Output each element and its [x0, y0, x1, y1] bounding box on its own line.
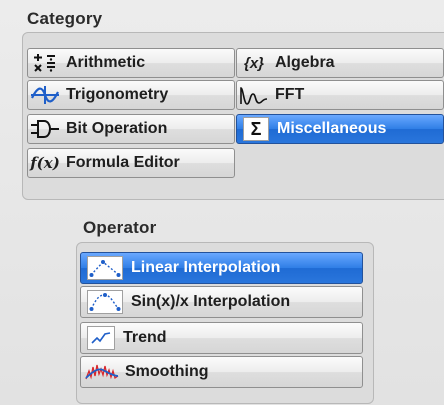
category-fft-button[interactable]: FFT [236, 80, 444, 110]
sinx-interpolation-icon [87, 290, 123, 314]
miscellaneous-label: Miscellaneous [277, 120, 387, 137]
smoothing-label: Smoothing [125, 363, 209, 380]
smoothing-icon [85, 361, 119, 383]
operator-linear-interpolation-button[interactable]: Linear Interpolation [80, 252, 363, 284]
operator-smoothing-button[interactable]: Smoothing [80, 356, 363, 388]
formula-editor-label: Formula Editor [66, 154, 180, 171]
category-trigonometry-button[interactable]: Trigonometry [27, 80, 235, 110]
category-algebra-button[interactable]: {x} Algebra [236, 48, 444, 78]
operator-trend-button[interactable]: Trend [80, 322, 363, 354]
linear-interpolation-icon [87, 256, 123, 280]
trigonometry-label: Trigonometry [66, 86, 169, 103]
sine-wave-icon [30, 84, 60, 106]
fft-label: FFT [275, 86, 305, 103]
operator-sinx-interpolation-button[interactable]: Sin(x)/x Interpolation [80, 286, 363, 318]
category-miscellaneous-button[interactable]: Σ Miscellaneous [236, 114, 444, 144]
trend-label: Trend [123, 329, 167, 346]
arithmetic-icon [30, 52, 60, 74]
category-title: Category [27, 9, 103, 28]
formula-icon: f(x) [30, 154, 60, 172]
linear-interpolation-label: Linear Interpolation [131, 259, 281, 276]
operator-title: Operator [83, 218, 157, 237]
arithmetic-label: Arithmetic [66, 54, 146, 71]
sigma-icon: Σ [243, 117, 269, 141]
bit-operation-label: Bit Operation [66, 120, 168, 137]
trend-icon [87, 326, 115, 350]
sinx-interpolation-label: Sin(x)/x Interpolation [131, 293, 291, 310]
algebra-icon: {x} [243, 54, 265, 72]
fft-icon [239, 84, 269, 106]
category-arithmetic-button[interactable]: Arithmetic [27, 48, 235, 78]
logic-gate-icon [30, 118, 60, 140]
algebra-label: Algebra [275, 54, 335, 71]
category-formula-editor-button[interactable]: f(x) Formula Editor [27, 148, 235, 178]
category-bit-operation-button[interactable]: Bit Operation [27, 114, 235, 144]
